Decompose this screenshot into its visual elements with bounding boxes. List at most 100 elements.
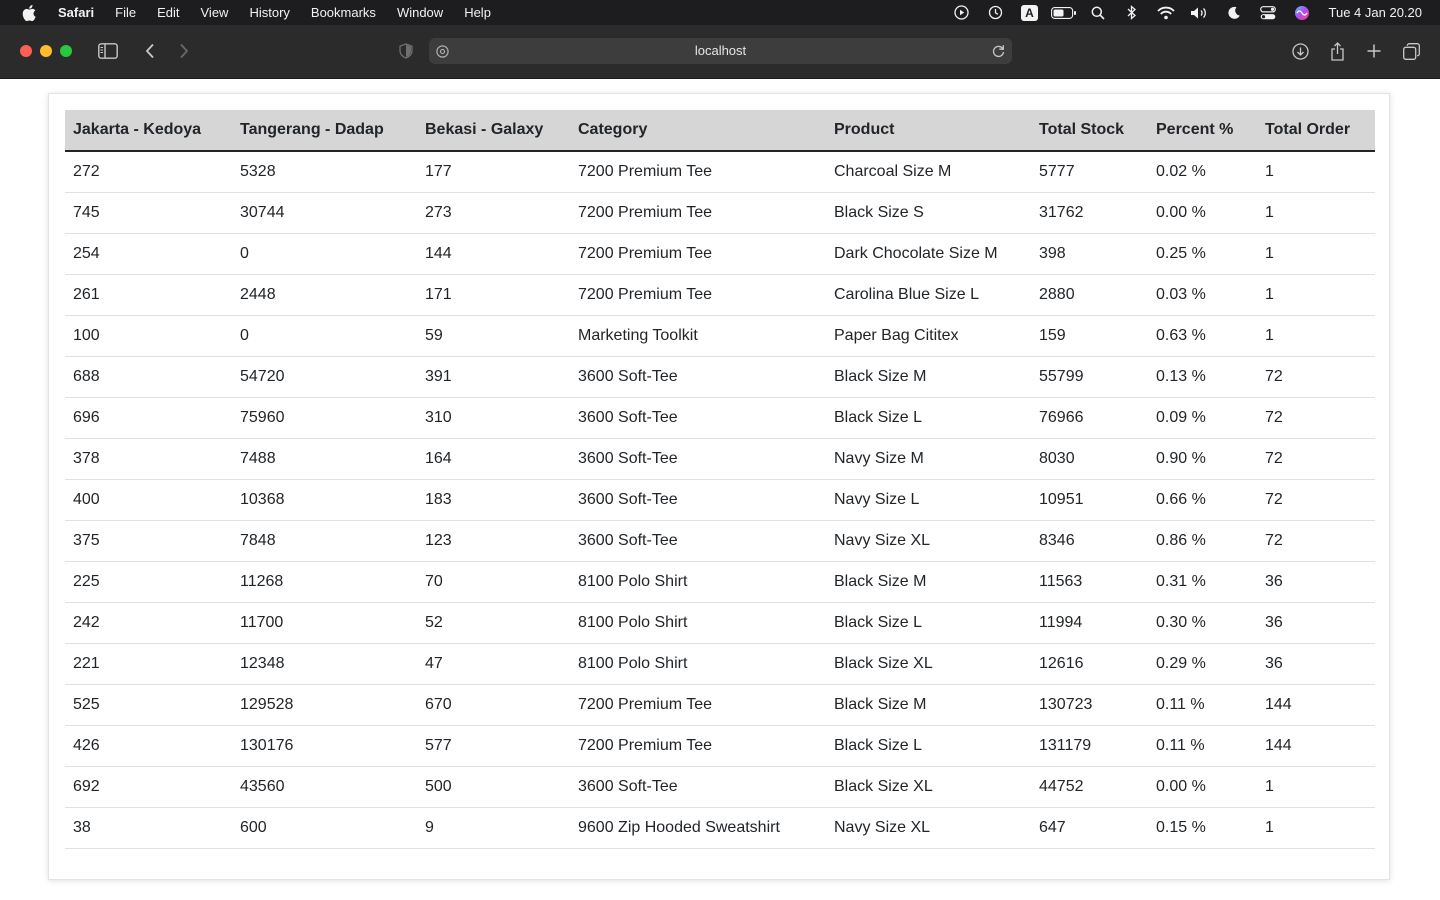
col-header-percent[interactable]: Percent % — [1148, 110, 1257, 152]
cell-jakarta-kedoya: 426 — [65, 725, 232, 767]
table-row: 426 130176 577 7200 Premium Tee Black Size L… — [65, 725, 1375, 767]
menu-history[interactable]: History — [249, 5, 289, 20]
col-header-product[interactable]: Product — [826, 110, 1031, 152]
cell-total-stock: 44752 — [1031, 766, 1148, 808]
cell-product: Navy Size M — [826, 438, 1031, 480]
cell-bekasi-galaxy: 52 — [417, 602, 570, 644]
col-header-bekasi-galaxy[interactable]: Bekasi - Galaxy — [417, 110, 570, 152]
cell-bekasi-galaxy: 70 — [417, 561, 570, 603]
forward-icon[interactable] — [174, 40, 194, 62]
battery-icon[interactable] — [1047, 0, 1081, 25]
col-header-category[interactable]: Category — [570, 110, 826, 152]
cell-bekasi-galaxy: 500 — [417, 766, 570, 808]
table-row: 400 10368 183 3600 Soft-Tee Navy Size L 10951… — [65, 479, 1375, 521]
time-machine-icon[interactable] — [979, 0, 1013, 25]
table-row: 242 11700 52 8100 Polo Shirt Black Size L 119… — [65, 602, 1375, 644]
bluetooth-icon[interactable] — [1115, 0, 1149, 25]
browser-toolbar: localhost — [0, 25, 1440, 79]
cell-product: Charcoal Size M — [826, 151, 1031, 193]
cell-category: 8100 Polo Shirt — [570, 561, 826, 603]
table-row: 688 54720 391 3600 Soft-Tee Black Size M 5579… — [65, 356, 1375, 398]
privacy-shield-icon[interactable] — [396, 41, 416, 61]
address-bar[interactable]: localhost — [429, 38, 1012, 64]
cell-bekasi-galaxy: 177 — [417, 151, 570, 193]
cell-total-order: 72 — [1257, 356, 1375, 398]
apple-menu-icon[interactable] — [0, 4, 58, 21]
new-tab-icon[interactable] — [1364, 41, 1384, 61]
cell-tangerang-dadap: 0 — [232, 315, 417, 357]
menu-view[interactable]: View — [201, 5, 229, 20]
siri-icon[interactable] — [1285, 0, 1319, 25]
cell-total-order: 72 — [1257, 438, 1375, 480]
cell-total-order: 144 — [1257, 684, 1375, 726]
cell-percent: 0.90 % — [1148, 438, 1257, 480]
table-row: 100 0 59 Marketing Toolkit Paper Bag Cititex… — [65, 315, 1375, 357]
cell-percent: 0.15 % — [1148, 807, 1257, 849]
cell-percent: 0.63 % — [1148, 315, 1257, 357]
cell-total-order: 1 — [1257, 274, 1375, 316]
back-icon[interactable] — [140, 40, 160, 62]
menu-file[interactable]: File — [115, 5, 136, 20]
input-source-icon[interactable]: A — [1013, 0, 1047, 25]
col-header-total-stock[interactable]: Total Stock — [1031, 110, 1148, 152]
tab-overview-icon[interactable] — [1401, 41, 1421, 61]
control-center-icon[interactable] — [1251, 0, 1285, 25]
share-icon[interactable] — [1327, 40, 1347, 62]
cell-total-order: 1 — [1257, 233, 1375, 275]
close-window-button[interactable] — [20, 45, 32, 57]
cell-total-order: 1 — [1257, 192, 1375, 234]
cell-total-stock: 131179 — [1031, 725, 1148, 767]
cell-percent: 0.02 % — [1148, 151, 1257, 193]
cell-jakarta-kedoya: 221 — [65, 643, 232, 685]
table-row: 261 2448 171 7200 Premium Tee Carolina Blue … — [65, 274, 1375, 316]
downloads-icon[interactable] — [1290, 41, 1310, 61]
cell-bekasi-galaxy: 577 — [417, 725, 570, 767]
focus-moon-icon[interactable] — [1217, 0, 1251, 25]
cell-product: Black Size M — [826, 684, 1031, 726]
cell-bekasi-galaxy: 670 — [417, 684, 570, 726]
col-header-jakarta-kedoya[interactable]: Jakarta - Kedoya — [65, 110, 232, 152]
cell-jakarta-kedoya: 378 — [65, 438, 232, 480]
minimize-window-button[interactable] — [40, 45, 52, 57]
menu-edit[interactable]: Edit — [157, 5, 179, 20]
cell-product: Dark Chocolate Size M — [826, 233, 1031, 275]
cell-category: 3600 Soft-Tee — [570, 356, 826, 398]
cell-bekasi-galaxy: 47 — [417, 643, 570, 685]
cell-category: 3600 Soft-Tee — [570, 397, 826, 439]
wifi-icon[interactable] — [1149, 0, 1183, 25]
menu-help[interactable]: Help — [464, 5, 491, 20]
cell-category: 3600 Soft-Tee — [570, 766, 826, 808]
spotlight-search-icon[interactable] — [1081, 0, 1115, 25]
cell-product: Black Size XL — [826, 643, 1031, 685]
sidebar-toggle-icon[interactable] — [96, 40, 120, 62]
cell-total-stock: 12616 — [1031, 643, 1148, 685]
menu-safari[interactable]: Safari — [58, 5, 94, 20]
cell-jakarta-kedoya: 692 — [65, 766, 232, 808]
play-icon[interactable] — [945, 0, 979, 25]
cell-product: Navy Size XL — [826, 520, 1031, 562]
cell-category: 7200 Premium Tee — [570, 274, 826, 316]
cell-tangerang-dadap: 10368 — [232, 479, 417, 521]
cell-total-order: 36 — [1257, 561, 1375, 603]
col-header-total-order[interactable]: Total Order — [1257, 110, 1375, 152]
cell-total-stock: 159 — [1031, 315, 1148, 357]
cell-percent: 0.11 % — [1148, 684, 1257, 726]
volume-icon[interactable] — [1183, 0, 1217, 25]
cell-tangerang-dadap: 43560 — [232, 766, 417, 808]
cell-tangerang-dadap: 11700 — [232, 602, 417, 644]
menu-bookmarks[interactable]: Bookmarks — [311, 5, 376, 20]
menu-bar: Safari File Edit View History Bookmarks … — [0, 0, 1440, 25]
cell-category: 3600 Soft-Tee — [570, 520, 826, 562]
reload-icon[interactable] — [990, 43, 1006, 59]
cell-total-stock: 8346 — [1031, 520, 1148, 562]
input-source-badge: A — [1021, 4, 1039, 21]
col-header-tangerang-dadap[interactable]: Tangerang - Dadap — [232, 110, 417, 152]
menu-clock[interactable]: Tue 4 Jan 20.20 — [1329, 5, 1422, 20]
cell-percent: 0.66 % — [1148, 479, 1257, 521]
cell-jakarta-kedoya: 745 — [65, 192, 232, 234]
cell-category: 9600 Zip Hooded Sweatshirt — [570, 807, 826, 849]
cell-bekasi-galaxy: 310 — [417, 397, 570, 439]
cell-total-order: 144 — [1257, 725, 1375, 767]
menu-window[interactable]: Window — [397, 5, 443, 20]
zoom-window-button[interactable] — [60, 45, 72, 57]
